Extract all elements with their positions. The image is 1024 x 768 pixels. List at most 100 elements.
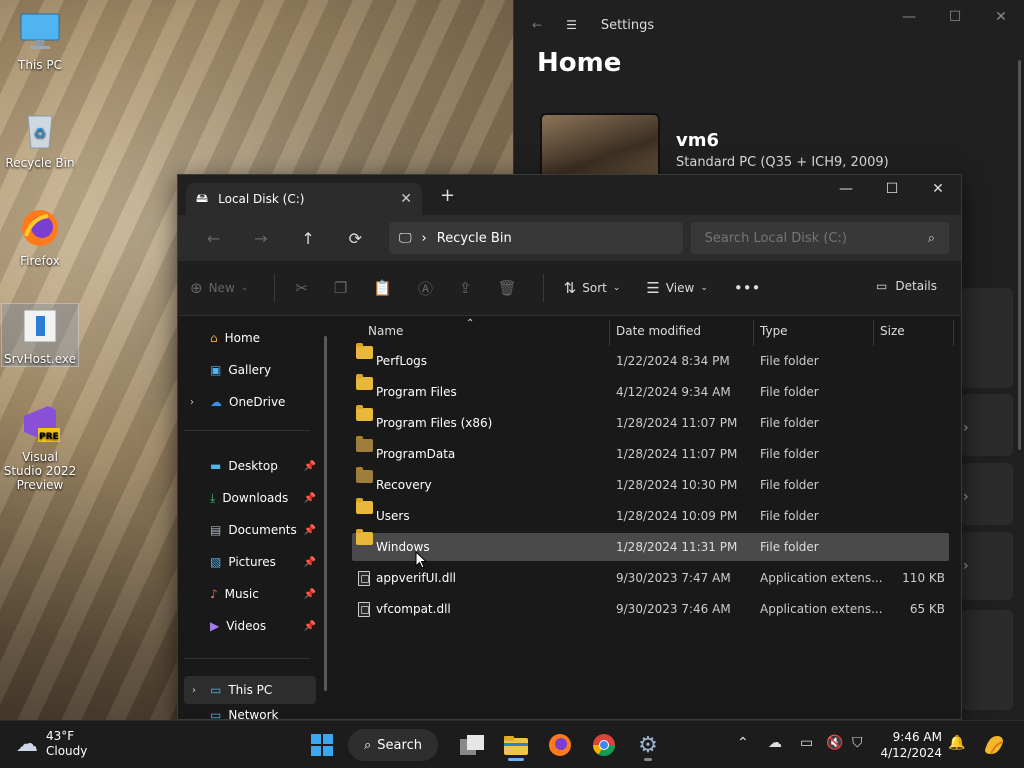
desktop-icon-visual-studio[interactable]: PRE Visual Studio 2022 Preview bbox=[2, 402, 78, 492]
nav-item-downloads[interactable]: ⤓ Downloads 📌 bbox=[210, 484, 316, 512]
forward-button[interactable]: → bbox=[237, 222, 284, 254]
nav-item-documents[interactable]: ▤ Documents 📌 bbox=[210, 516, 316, 544]
monitor-icon bbox=[18, 10, 62, 54]
file-explorer-taskbar-button[interactable] bbox=[500, 729, 532, 761]
column-divider[interactable] bbox=[609, 320, 610, 346]
nav-label: Gallery bbox=[228, 363, 272, 377]
desktop-icon-label: SrvHost.exe bbox=[3, 352, 77, 366]
notification-bell-icon[interactable]: 🔔 bbox=[948, 735, 965, 751]
volume-muted-icon[interactable]: 🔇 bbox=[826, 735, 843, 751]
new-tab-button[interactable]: + bbox=[440, 185, 455, 206]
more-options-button[interactable]: ••• bbox=[734, 279, 761, 297]
chrome-taskbar-button[interactable] bbox=[588, 729, 620, 761]
table-row[interactable]: Users 1/28/2024 10:09 PM File folder bbox=[352, 498, 949, 530]
drive-icon: 🖴 bbox=[196, 190, 209, 205]
desktop-icon-this-pc[interactable]: This PC bbox=[2, 10, 78, 72]
pin-icon[interactable]: 📌 bbox=[304, 589, 316, 600]
address-bar[interactable]: 🖵 › Recycle Bin bbox=[389, 222, 683, 254]
nav-item-home[interactable]: ⌂ Home bbox=[210, 324, 316, 352]
taskbar-search-button[interactable]: ⌕ Search bbox=[348, 729, 438, 761]
settings-card[interactable] bbox=[961, 288, 1013, 388]
maximize-icon[interactable]: ☐ bbox=[869, 175, 915, 203]
pin-icon[interactable]: 📌 bbox=[304, 557, 316, 568]
view-button[interactable]: ☰ View ⌄ bbox=[646, 279, 707, 297]
column-header-type[interactable]: Type bbox=[760, 316, 788, 346]
start-button[interactable] bbox=[306, 729, 338, 761]
table-row[interactable]: vfcompat.dll 9/30/2023 7:46 AM Applicati… bbox=[352, 595, 949, 623]
folder-icon bbox=[356, 405, 373, 421]
minimize-icon[interactable]: — bbox=[886, 0, 932, 34]
details-button[interactable]: ▭ Details bbox=[876, 279, 937, 293]
delete-button[interactable]: 🗑 bbox=[498, 279, 517, 297]
table-row[interactable]: Program Files 4/12/2024 9:34 AM File fol… bbox=[352, 374, 949, 406]
desktop-icon-firefox[interactable]: Firefox bbox=[2, 206, 78, 268]
pin-icon[interactable]: 📌 bbox=[304, 493, 316, 504]
settings-card[interactable] bbox=[961, 463, 1013, 525]
close-icon[interactable]: ✕ bbox=[978, 0, 1024, 34]
column-divider[interactable] bbox=[953, 320, 954, 346]
chevron-right-icon[interactable]: › bbox=[190, 397, 194, 408]
new-button[interactable]: ⊕ New ⌄ bbox=[190, 279, 248, 297]
column-header-size[interactable]: Size bbox=[880, 316, 905, 346]
pin-icon[interactable]: 📌 bbox=[304, 621, 316, 632]
pin-icon[interactable]: 📌 bbox=[304, 525, 316, 536]
desktop-icon-srvhost[interactable]: SrvHost.exe bbox=[1, 303, 79, 367]
settings-scrollbar[interactable] bbox=[1018, 60, 1021, 450]
nav-item-gallery[interactable]: ▣ Gallery bbox=[210, 356, 316, 384]
maximize-icon[interactable]: ☐ bbox=[932, 0, 978, 34]
search-box[interactable]: ⌕ bbox=[690, 222, 949, 254]
column-divider[interactable] bbox=[753, 320, 754, 346]
nav-item-network[interactable]: ▭ Network bbox=[210, 708, 316, 719]
display-icon[interactable]: ▭ bbox=[800, 735, 813, 751]
hamburger-menu-icon[interactable]: ☰ bbox=[566, 18, 577, 32]
weather-widget[interactable]: ☁ 43°F Cloudy bbox=[16, 729, 87, 759]
onedrive-icon[interactable]: ☁ bbox=[768, 735, 782, 751]
file-name: Program Files bbox=[376, 385, 457, 399]
search-input[interactable] bbox=[704, 230, 915, 246]
paste-button[interactable]: 📋 bbox=[373, 279, 392, 297]
task-view-button[interactable] bbox=[456, 729, 488, 761]
settings-card[interactable] bbox=[961, 532, 1013, 600]
minimize-icon[interactable]: — bbox=[823, 175, 869, 203]
copy-button[interactable]: ❐ bbox=[334, 279, 347, 297]
desktop-icon-recycle-bin[interactable]: ♻ Recycle Bin bbox=[2, 108, 78, 170]
share-button[interactable]: ⇪ bbox=[459, 279, 472, 297]
close-tab-icon[interactable]: ✕ bbox=[400, 191, 412, 207]
nav-item-this-pc[interactable]: › ▭ This PC bbox=[184, 676, 316, 704]
nav-item-music[interactable]: ♪ Music 📌 bbox=[210, 580, 316, 608]
chevron-up-icon[interactable]: ⌃ bbox=[737, 735, 749, 751]
up-button[interactable]: ↑ bbox=[285, 222, 332, 254]
sort-button[interactable]: ⇅ Sort ⌄ bbox=[564, 279, 621, 297]
cut-button[interactable]: ✂ bbox=[295, 279, 308, 297]
back-button[interactable]: ← bbox=[190, 222, 237, 254]
table-row[interactable]: ProgramData 1/28/2024 11:07 PM File fold… bbox=[352, 436, 949, 468]
chevron-right-icon[interactable]: › bbox=[192, 685, 196, 696]
copilot-preview-icon[interactable] bbox=[978, 729, 1010, 761]
rename-button[interactable]: Ⓐ bbox=[418, 278, 433, 299]
nav-scrollbar[interactable] bbox=[324, 336, 327, 691]
table-row[interactable]: Recovery 1/28/2024 10:30 PM File folder bbox=[352, 467, 949, 499]
table-row[interactable]: Program Files (x86) 1/28/2024 11:07 PM F… bbox=[352, 405, 949, 437]
tab-local-disk[interactable]: 🖴 Local Disk (C:) ✕ bbox=[186, 183, 422, 215]
nav-item-pictures[interactable]: ▧ Pictures 📌 bbox=[210, 548, 316, 576]
nav-item-videos[interactable]: ▶ Videos 📌 bbox=[210, 612, 316, 640]
table-row[interactable]: appverifUI.dll 9/30/2023 7:47 AM Applica… bbox=[352, 564, 949, 592]
monitor-icon: ▭ bbox=[210, 683, 222, 697]
settings-card[interactable] bbox=[961, 610, 1013, 710]
nav-item-desktop[interactable]: ▬ Desktop 📌 bbox=[210, 452, 316, 480]
column-header-date[interactable]: Date modified bbox=[616, 316, 701, 346]
security-icon[interactable]: ⛉ bbox=[852, 735, 863, 751]
close-icon[interactable]: ✕ bbox=[915, 175, 961, 203]
settings-card[interactable] bbox=[961, 394, 1013, 456]
refresh-button[interactable]: ⟳ bbox=[332, 222, 379, 254]
pin-icon[interactable]: 📌 bbox=[304, 461, 316, 472]
table-row[interactable]: Windows 1/28/2024 11:31 PM File folder bbox=[352, 529, 949, 561]
system-clock[interactable]: 9:46 AM 4/12/2024 bbox=[880, 729, 942, 761]
settings-taskbar-button[interactable]: ⚙ bbox=[632, 729, 664, 761]
column-divider[interactable] bbox=[873, 320, 874, 346]
table-row[interactable]: PerfLogs 1/22/2024 8:34 PM File folder bbox=[352, 343, 949, 375]
back-arrow-icon[interactable]: ← bbox=[532, 18, 542, 32]
column-header-name[interactable]: Name bbox=[368, 316, 403, 346]
nav-item-onedrive[interactable]: › ☁ OneDrive bbox=[190, 388, 316, 416]
firefox-taskbar-button[interactable] bbox=[544, 729, 576, 761]
